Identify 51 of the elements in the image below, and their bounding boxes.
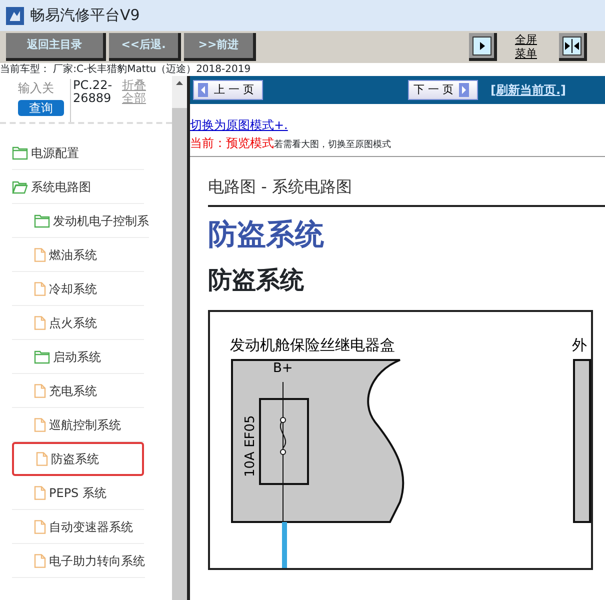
next-page-button[interactable]: 下 一 页 [408, 80, 478, 100]
file-icon [34, 248, 46, 262]
tree-item[interactable]: 防盗系统 [12, 442, 144, 476]
tree-item[interactable]: 巡航控制系统 [12, 408, 144, 442]
original-mode-link[interactable]: 切换为原图模式+. [190, 118, 288, 132]
tree-item[interactable]: 电源配置 [12, 136, 144, 170]
tree-item[interactable]: 系统电路图 [12, 170, 144, 204]
page-title: 防盗系统 [208, 216, 325, 252]
scrollbar[interactable] [172, 76, 187, 600]
folder-icon [12, 146, 28, 160]
mode-hint: 若需看大图，切换至原图模式 [274, 140, 391, 150]
split-icon-button[interactable] [559, 33, 587, 61]
window-title: 畅易汽修平台V9 [30, 5, 140, 26]
folder-icon [34, 214, 50, 228]
file-icon [34, 418, 46, 432]
previous-page-button[interactable]: 上 一 页 [193, 80, 263, 100]
file-icon [34, 316, 46, 330]
expand-icon-button[interactable] [469, 33, 497, 61]
file-icon [34, 554, 46, 568]
fuse-label: 10A EF05 [243, 415, 258, 477]
mode-status: 当前：预览模式 [190, 136, 274, 150]
search-button[interactable]: 查询 [18, 100, 64, 116]
fuse-box-label: 发动机舱保险丝继电器盒 [230, 336, 395, 354]
tree-item[interactable]: 启动系统 [12, 340, 144, 374]
current-model-text: 当前车型： 厂家:C-长丰猎豹Mattu（迈途）2018-2019 [0, 63, 252, 76]
cut-box-label: 外 [572, 336, 587, 354]
tree-item[interactable]: 点火系统 [12, 306, 144, 340]
section-title: 防盗系统 [208, 265, 305, 296]
tree-item[interactable]: 充电系统 [12, 374, 144, 408]
file-icon [34, 486, 46, 500]
left-arrow-icon [198, 83, 208, 97]
tree-item[interactable]: PEPS 系统 [12, 476, 144, 510]
tree-item[interactable]: 电子助力转向系统 [12, 544, 145, 578]
refresh-link[interactable]: [刷新当前页.] [490, 81, 566, 99]
keyword-input[interactable]: 输入关 [18, 79, 64, 97]
file-icon [34, 282, 46, 296]
terminal-label: B+ [273, 361, 293, 376]
breadcrumb-text: 电路图 - 系统电路图 [208, 156, 605, 206]
code-text: PC.22-26889 [70, 79, 116, 122]
file-icon [36, 452, 48, 466]
open-folder-icon [12, 180, 28, 194]
tree-item[interactable]: 自动变速器系统 [12, 510, 144, 544]
file-icon [34, 520, 46, 534]
file-icon [34, 384, 46, 398]
tree-item[interactable]: 发动机电子控制系 [12, 204, 149, 238]
tree-item[interactable]: 冷却系统 [12, 272, 144, 306]
folder-icon [34, 350, 50, 364]
fullscreen-menu-link[interactable]: 全屏菜单 [515, 33, 541, 61]
tree-item[interactable]: 燃油系统 [12, 238, 144, 272]
right-arrow-icon [459, 83, 470, 97]
app-icon [6, 6, 24, 24]
